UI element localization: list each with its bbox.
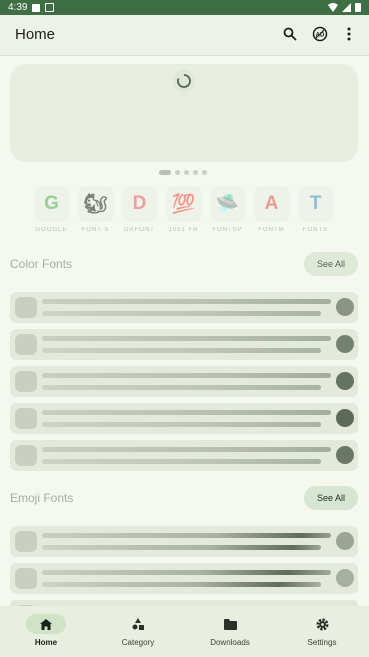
category-icon — [118, 614, 158, 634]
list-item-placeholder[interactable] — [10, 440, 358, 471]
nav-label: Settings — [307, 638, 337, 647]
category-label: FONTM — [258, 227, 285, 233]
hundred-icon: 💯 — [165, 186, 202, 222]
ad-icon[interactable]: AD — [310, 24, 330, 44]
section-title-color-fonts: Color Fonts — [10, 257, 73, 271]
thumbnail-placeholder — [15, 371, 37, 392]
more-vert-icon[interactable] — [339, 24, 359, 44]
page-title: Home — [15, 26, 56, 43]
download-placeholder-icon — [336, 409, 354, 427]
list-item-placeholder[interactable] — [10, 329, 358, 360]
category-fontm[interactable]: A FONTM — [253, 186, 290, 233]
category-label: FONTSP — [212, 227, 243, 233]
text-placeholder — [42, 422, 321, 427]
status-bar: 4:39 — [0, 0, 369, 15]
download-placeholder-icon — [336, 335, 354, 353]
nav-category[interactable]: Category — [98, 614, 178, 647]
category-label: DAFONT — [124, 227, 155, 233]
loading-spinner-icon — [173, 70, 195, 92]
download-placeholder-icon — [336, 569, 354, 587]
nav-home[interactable]: Home — [6, 614, 86, 647]
download-placeholder-icon — [336, 446, 354, 464]
squirrel-icon: 🐿 — [77, 186, 114, 222]
category-fonts[interactable]: T FONTS — [297, 186, 334, 233]
thumbnail-placeholder — [15, 445, 37, 466]
carousel-indicator — [159, 170, 207, 175]
download-placeholder-icon — [336, 372, 354, 390]
dafont-icon: D — [121, 186, 158, 222]
text-placeholder — [42, 582, 321, 587]
carousel-dot[interactable] — [159, 170, 171, 175]
category-1001-fonts[interactable]: 💯 1001 FR — [165, 186, 202, 233]
search-icon[interactable] — [280, 24, 300, 44]
carousel-dot[interactable] — [184, 170, 189, 175]
wifi-icon — [328, 2, 338, 12]
thumbnail-placeholder — [15, 531, 37, 552]
text-placeholder — [42, 447, 331, 452]
list-item-placeholder[interactable] — [10, 292, 358, 323]
nav-label: Category — [121, 638, 155, 647]
see-all-color-fonts-button[interactable]: See All — [304, 252, 358, 276]
category-fontspace[interactable]: 🛸 FONTSP — [209, 186, 246, 233]
text-placeholder — [42, 385, 321, 390]
list-item-placeholder[interactable] — [10, 403, 358, 434]
section-title-emoji-fonts: Emoji Fonts — [10, 491, 74, 505]
text-placeholder — [42, 299, 331, 304]
carousel-dot[interactable] — [175, 170, 180, 175]
carousel-dot[interactable] — [193, 170, 198, 175]
home-icon — [26, 614, 66, 634]
fonts-icon: T — [297, 186, 334, 222]
google-icon: G — [33, 186, 70, 222]
text-placeholder — [42, 373, 331, 378]
source-categories: G GOOGLE 🐿 FONT S D DAFONT 💯 1001 FR 🛸 F… — [33, 186, 334, 233]
nav-label: Home — [34, 638, 58, 647]
thumbnail-placeholder — [15, 297, 37, 318]
thumbnail-placeholder — [15, 568, 37, 589]
category-dafont[interactable]: D DAFONT — [121, 186, 158, 233]
text-placeholder — [42, 336, 331, 341]
ufo-icon: 🛸 — [209, 186, 246, 222]
text-placeholder — [42, 459, 321, 464]
carousel-dot[interactable] — [202, 170, 207, 175]
text-placeholder — [42, 533, 331, 538]
fontm-icon: A — [253, 186, 290, 222]
category-google[interactable]: G GOOGLE — [33, 186, 70, 233]
text-placeholder — [42, 311, 321, 316]
bottom-navigation: Home Category Downloads Settings — [0, 606, 369, 657]
see-all-emoji-fonts-button[interactable]: See All — [304, 486, 358, 510]
signal-icon — [342, 2, 351, 12]
category-label: FONTS — [302, 227, 329, 233]
battery-icon — [355, 3, 361, 12]
download-placeholder-icon — [336, 298, 354, 316]
app-bar: Home AD — [0, 15, 369, 56]
category-label: 1001 FR — [168, 227, 199, 233]
category-label: GOOGLE — [35, 227, 68, 233]
list-item-placeholder[interactable] — [10, 526, 358, 557]
notification-icon — [45, 3, 55, 12]
gear-icon — [302, 614, 342, 634]
list-item-placeholder[interactable] — [10, 563, 358, 594]
category-label: FONT S — [81, 227, 110, 233]
status-time: 4:39 — [8, 2, 28, 13]
notification-icon — [32, 3, 41, 12]
thumbnail-placeholder — [15, 408, 37, 429]
thumbnail-placeholder — [15, 334, 37, 355]
nav-label: Downloads — [210, 638, 250, 647]
download-placeholder-icon — [336, 532, 354, 550]
category-font-squirrel[interactable]: 🐿 FONT S — [77, 186, 114, 233]
text-placeholder — [42, 570, 331, 575]
nav-settings[interactable]: Settings — [282, 614, 362, 647]
text-placeholder — [42, 348, 321, 353]
system-icons — [328, 2, 361, 12]
nav-downloads[interactable]: Downloads — [190, 614, 270, 647]
text-placeholder — [42, 410, 331, 415]
text-placeholder — [42, 545, 321, 550]
list-item-placeholder[interactable] — [10, 366, 358, 397]
folder-icon — [210, 614, 250, 634]
